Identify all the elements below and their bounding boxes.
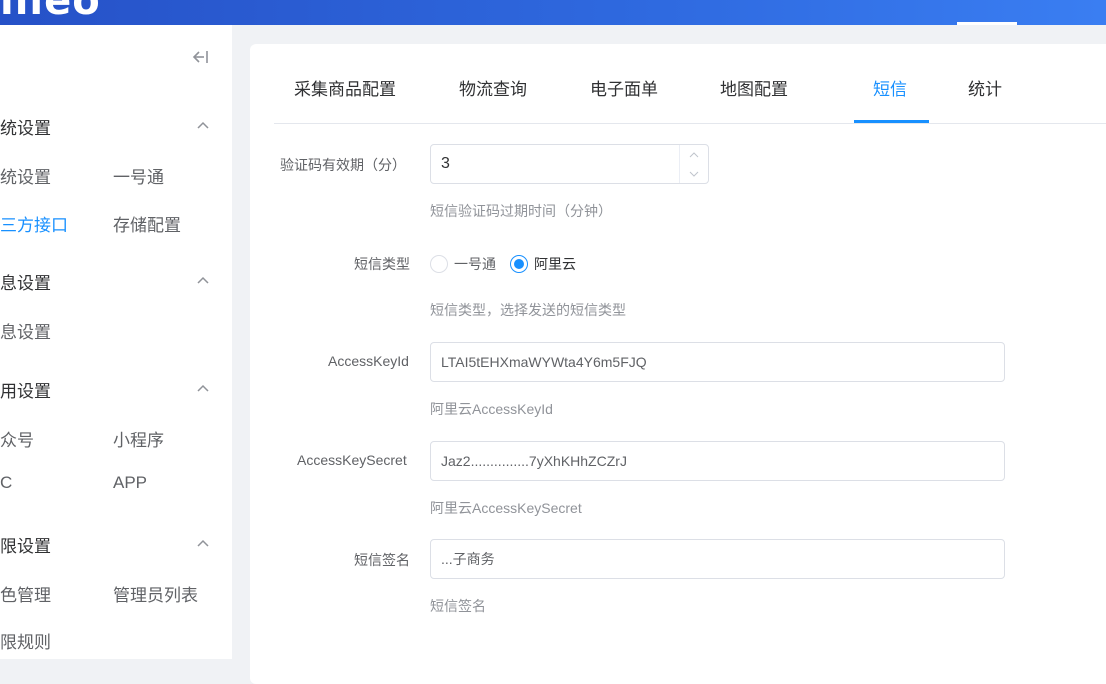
sidebar-item-system-settings[interactable]: 统设置 [0, 163, 51, 188]
sidebar-item-third-party[interactable]: 三方接口 [0, 211, 68, 236]
chevron-up-icon[interactable] [196, 275, 210, 285]
tab-logistics[interactable]: 物流查询 [459, 75, 527, 100]
tab-bar: 采集商品配置 物流查询 电子面单 地图配置 短信 统计 [274, 44, 1106, 124]
chevron-up-icon[interactable] [196, 120, 210, 130]
sidebar-group-message[interactable]: 息设置 [0, 269, 51, 294]
access-key-secret-hint: 阿里云AccessKeySecret [430, 500, 582, 516]
access-key-secret-input[interactable] [430, 441, 1005, 481]
access-key-secret-label: AccessKeySecret [297, 452, 407, 468]
tab-e-waybill[interactable]: 电子面单 [590, 75, 658, 100]
sidebar-item-app[interactable]: APP [113, 473, 147, 493]
sidebar-item-pc[interactable]: C [0, 473, 12, 493]
increase-button[interactable] [680, 145, 708, 164]
sidebar-item-mini-program[interactable]: 小程序 [113, 426, 164, 451]
active-tab-indicator [854, 120, 929, 123]
expiry-input[interactable] [431, 145, 701, 183]
sidebar-item-message-settings[interactable]: 息设置 [0, 318, 51, 343]
tab-statistics[interactable]: 统计 [968, 75, 1002, 100]
chevron-up-icon [689, 151, 699, 157]
radio-label: 阿里云 [534, 256, 576, 272]
sign-name-hint: 短信签名 [430, 598, 486, 614]
sidebar-item-role-management[interactable]: 色管理 [0, 581, 51, 606]
sms-type-label: 短信类型 [354, 256, 410, 272]
stepper-controls [679, 145, 708, 183]
top-nav-active-indicator [957, 22, 1017, 25]
collapse-sidebar-icon[interactable] [190, 47, 210, 67]
tab-sms[interactable]: 短信 [873, 75, 907, 100]
access-key-id-input[interactable] [430, 342, 1005, 382]
top-bar: illeo [0, 0, 1106, 25]
radio-aliyun[interactable]: 阿里云 [510, 254, 576, 274]
settings-card: 采集商品配置 物流查询 电子面单 地图配置 短信 统计 验证码有效期（分） 短信… [250, 44, 1106, 684]
radio-circle[interactable] [430, 255, 448, 273]
chevron-up-icon[interactable] [196, 538, 210, 548]
access-key-id-hint: 阿里云AccessKeyId [430, 401, 553, 417]
sms-type-hint: 短信类型，选择发送的短信类型 [430, 302, 626, 318]
chevron-up-icon[interactable] [196, 383, 210, 393]
sidebar: 统设置 统设置 一号通 三方接口 存储配置 息设置 息设置 用设置 众号 小程序… [0, 25, 232, 659]
expiry-hint: 短信验证码过期时间（分钟） [430, 203, 612, 219]
sidebar-item-official-account[interactable]: 众号 [0, 426, 34, 451]
radio-circle-checked[interactable] [510, 255, 528, 273]
sidebar-item-yihaotong[interactable]: 一号通 [113, 163, 164, 188]
expiry-stepper[interactable] [430, 144, 709, 184]
sidebar-item-permission-rules[interactable]: 限规则 [0, 628, 51, 653]
expiry-label: 验证码有效期（分） [280, 157, 406, 173]
sidebar-group-app[interactable]: 用设置 [0, 377, 51, 402]
chevron-down-icon [689, 171, 699, 177]
decrease-button[interactable] [680, 164, 708, 183]
radio-label: 一号通 [454, 256, 496, 272]
sign-name-label: 短信签名 [354, 552, 410, 568]
sidebar-item-admin-list[interactable]: 管理员列表 [113, 581, 198, 606]
sidebar-group-permission[interactable]: 限设置 [0, 532, 51, 557]
sidebar-group-system[interactable]: 统设置 [0, 114, 51, 139]
sign-name-input[interactable] [430, 539, 1005, 579]
tab-map-config[interactable]: 地图配置 [720, 75, 788, 100]
access-key-id-label: AccessKeyId [328, 353, 409, 369]
tab-collect-goods[interactable]: 采集商品配置 [294, 75, 396, 100]
radio-yihaotong[interactable]: 一号通 [430, 254, 496, 274]
sidebar-item-storage[interactable]: 存储配置 [113, 211, 181, 236]
brand-logo: illeo [0, 0, 101, 24]
